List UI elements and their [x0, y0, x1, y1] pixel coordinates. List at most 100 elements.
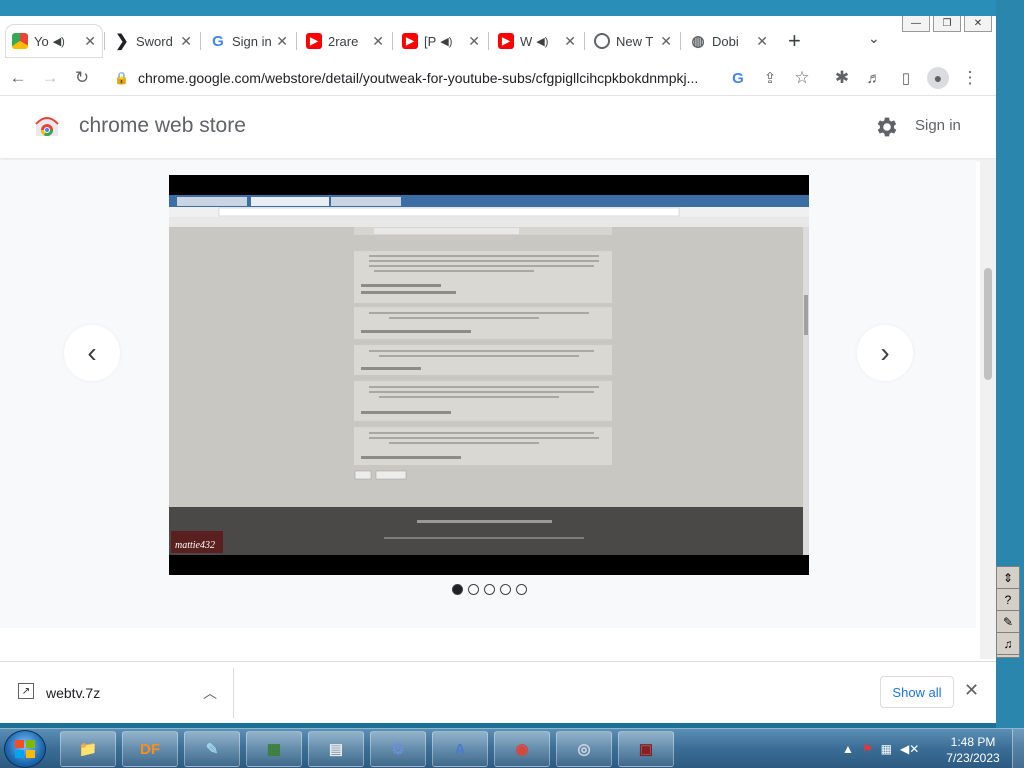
close-window-button[interactable]: ✕: [964, 16, 992, 32]
tray-expand-icon[interactable]: ▲: [842, 742, 854, 756]
audio-icon[interactable]: ◀): [53, 35, 65, 48]
store-title[interactable]: chrome web store: [79, 114, 246, 138]
carousel-dot[interactable]: [468, 584, 479, 595]
network-icon[interactable]: ▦: [881, 742, 892, 756]
back-icon[interactable]: ←: [6, 66, 30, 90]
tab-separator: [584, 32, 585, 50]
close-tab-icon[interactable]: ✕: [272, 33, 288, 50]
page-scroll-thumb[interactable]: [984, 268, 992, 380]
taskbar-app-button[interactable]: ◉: [494, 731, 550, 767]
tab-dobi[interactable]: ◍ Dobi ✕: [684, 25, 774, 57]
address-bar[interactable]: 🔒 chrome.google.com/webstore/detail/yout…: [104, 64, 724, 92]
share-icon[interactable]: ⇪: [758, 66, 782, 90]
sign-in-link[interactable]: Sign in: [915, 117, 961, 134]
taskbar-app-button[interactable]: ⚙: [370, 731, 426, 767]
tab-search-chevron-icon[interactable]: ⌄: [868, 30, 880, 47]
extensions-puzzle-icon[interactable]: ✱: [830, 66, 854, 90]
chrome-web-store-icon: [12, 33, 28, 49]
reload-icon[interactable]: ↻: [70, 66, 94, 90]
tab-separator: [680, 32, 681, 50]
tab-youtube-p[interactable]: ▶ [P ◀) ✕: [396, 25, 486, 57]
maximize-button[interactable]: ❐: [933, 16, 961, 32]
close-tab-icon[interactable]: ✕: [80, 33, 96, 50]
google-lens-icon[interactable]: G: [726, 66, 750, 90]
carousel-dot[interactable]: [500, 584, 511, 595]
screenshot-logo-text: mattie432: [175, 540, 215, 551]
taskbar-app-button[interactable]: A: [432, 731, 488, 767]
volume-icon[interactable]: ◀✕: [900, 742, 919, 756]
tab-title: 2rare: [328, 33, 359, 49]
forward-icon[interactable]: →: [38, 66, 62, 90]
taskbar-app-button[interactable]: ▤: [308, 731, 364, 767]
close-download-bar-icon[interactable]: ✕: [964, 680, 979, 701]
download-filename[interactable]: webtv.7z: [46, 685, 100, 701]
taskbar-app-button[interactable]: ▦: [246, 731, 302, 767]
screenshot-image: mattie432: [169, 175, 809, 575]
tab-youtube-w[interactable]: ▶ W ◀) ✕: [492, 25, 582, 57]
amplify-icon[interactable]: ♫: [997, 633, 1019, 655]
side-toolbar[interactable]: ⇕ ? ✎ ♫: [996, 566, 1020, 658]
new-tab-button[interactable]: +: [788, 29, 801, 53]
action-center-flag-icon[interactable]: ⚑: [862, 742, 873, 756]
tab-sword[interactable]: ❯ Sword ✕: [108, 25, 198, 57]
lock-icon[interactable]: 🔒: [114, 71, 130, 85]
close-tab-icon[interactable]: ✕: [752, 33, 768, 50]
tab-2rare[interactable]: ▶ 2rare ✕: [300, 25, 390, 57]
tab-separator: [104, 32, 105, 50]
download-separator: [233, 668, 234, 718]
tab-sign-in[interactable]: G Sign in ✕: [204, 25, 294, 57]
gear-icon[interactable]: [874, 114, 900, 140]
file-explorer-icon: 📁: [78, 741, 98, 758]
taskbar-app-button[interactable]: ▣: [618, 731, 674, 767]
carousel-dot[interactable]: [484, 584, 495, 595]
chevron-up-icon[interactable]: ︿: [203, 683, 217, 703]
side-panel-icon[interactable]: ▯: [894, 66, 918, 90]
taskbar: 📁 DF ✎ ▦ ▤ ⚙ A ◉ ◎ ▣ ▲ ⚑ ▦ ◀✕ 1:48 PM 7/23/2023: [0, 728, 1024, 768]
tab-youtweak[interactable]: Yo ◀) ✕: [6, 25, 102, 57]
start-button[interactable]: [4, 730, 46, 768]
globe-icon: ◍: [691, 33, 705, 50]
browser-window: — ❐ ✕ Yo ◀) ✕ ❯ Sword ✕ G Sign in ✕ ▶ 2r…: [0, 16, 996, 723]
chrome-web-store-logo-icon[interactable]: [34, 115, 60, 137]
clock[interactable]: 1:48 PM 7/23/2023: [938, 734, 1008, 766]
close-tab-icon[interactable]: ✕: [656, 33, 672, 50]
bookmark-star-icon[interactable]: ☆: [790, 66, 814, 90]
tab-strip: — ❐ ✕ Yo ◀) ✕ ❯ Sword ✕ G Sign in ✕ ▶ 2r…: [0, 16, 996, 60]
pen-icon[interactable]: ✎: [997, 611, 1019, 633]
carousel-next-button[interactable]: ›: [857, 325, 913, 381]
carousel-dots: [452, 584, 527, 595]
taskbar-app-button[interactable]: 📁: [60, 731, 116, 767]
extension-screenshot[interactable]: mattie432: [169, 175, 809, 575]
show-desktop-button[interactable]: [1012, 729, 1024, 768]
show-all-button[interactable]: Show all: [880, 676, 954, 708]
close-tab-icon[interactable]: ✕: [368, 33, 384, 50]
menu-kebab-icon[interactable]: ⋮: [958, 66, 982, 90]
carousel-dot[interactable]: [452, 584, 463, 595]
archive-file-icon[interactable]: ↗: [18, 683, 34, 699]
taskbar-app-button[interactable]: ✎: [184, 731, 240, 767]
tab-new-tab[interactable]: New T ✕: [588, 25, 678, 57]
help-icon[interactable]: ?: [997, 589, 1019, 611]
audio-icon[interactable]: ◀): [536, 35, 548, 48]
taskbar-app-button[interactable]: DF: [122, 731, 178, 767]
close-tab-icon[interactable]: ✕: [176, 33, 192, 50]
tab-title: Sign in: [232, 33, 272, 49]
page-scrollbar[interactable]: [980, 160, 996, 659]
media-control-icon[interactable]: ♬: [862, 66, 886, 90]
audio-icon[interactable]: ◀): [440, 35, 452, 48]
google-icon: G: [212, 32, 224, 50]
tab-separator: [488, 32, 489, 50]
spin-icon[interactable]: ⇕: [997, 567, 1019, 589]
carousel-dot[interactable]: [516, 584, 527, 595]
url-text[interactable]: chrome.google.com/webstore/detail/youtwe…: [138, 70, 718, 86]
tab-separator: [200, 32, 201, 50]
profile-avatar-icon[interactable]: ●: [926, 66, 950, 90]
notepad-icon: ✎: [205, 741, 219, 758]
carousel-prev-button[interactable]: ‹: [64, 325, 120, 381]
close-tab-icon[interactable]: ✕: [464, 33, 480, 50]
close-tab-icon[interactable]: ✕: [560, 33, 576, 50]
taskbar-app-button[interactable]: ◎: [556, 731, 612, 767]
minimize-button[interactable]: —: [902, 16, 930, 32]
tab-title: Sword: [136, 33, 173, 49]
tab-title: W: [520, 33, 533, 49]
